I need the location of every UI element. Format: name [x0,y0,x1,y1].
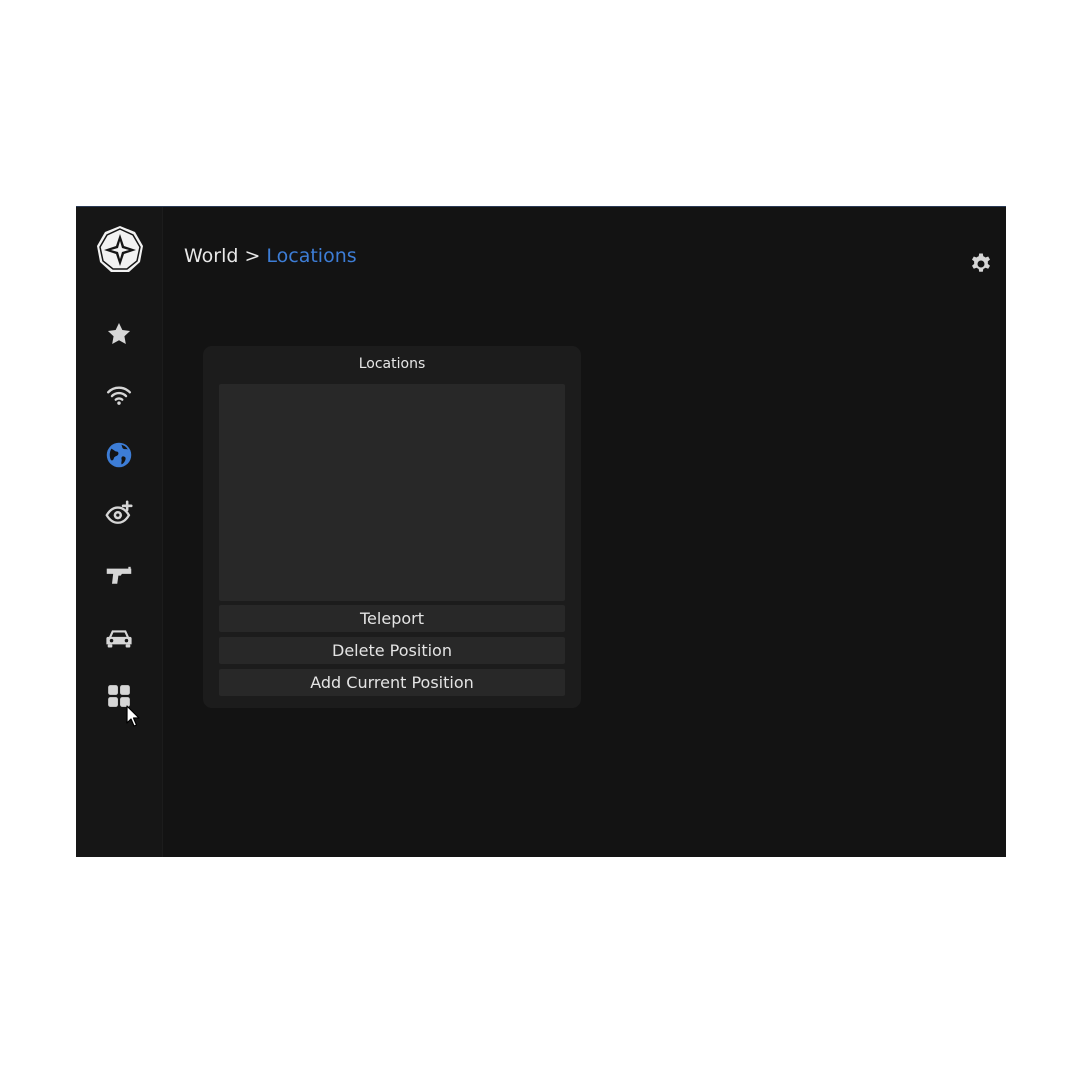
grid-icon [108,685,130,707]
sidebar-item-vehicles[interactable] [98,617,140,659]
sidebar [76,207,163,857]
sidebar-item-weapons[interactable] [98,554,140,596]
sidebar-item-favorites[interactable] [98,313,140,355]
sidebar-item-network[interactable] [98,374,140,416]
car-icon [106,630,132,648]
delete-position-button[interactable]: Delete Position [219,637,565,664]
breadcrumb-parent[interactable]: World [184,245,238,267]
locations-panel: Locations Teleport Delete Position Add C… [203,346,581,708]
breadcrumb-separator: > [244,245,261,267]
app-window: World > Locations Locations Teleport Delet… [76,206,1006,857]
sidebar-item-world[interactable] [98,434,140,476]
wifi-icon [106,386,132,405]
settings-button[interactable] [969,252,993,276]
gear-icon [972,253,990,272]
sidebar-item-visuals[interactable] [98,493,140,535]
main-content: World > Locations Locations Teleport Delet… [163,207,1006,857]
teleport-button[interactable]: Teleport [219,605,565,632]
add-current-position-button[interactable]: Add Current Position [219,669,565,696]
breadcrumb-current: Locations [266,245,357,267]
pistol-icon [106,566,132,584]
panel-title: Locations [358,356,426,372]
star-icon [107,322,131,344]
breadcrumb: World > Locations [184,245,357,267]
sidebar-item-misc[interactable] [98,675,140,717]
logo-icon[interactable] [95,225,145,275]
locations-list[interactable] [219,384,565,601]
globe-icon [106,442,132,468]
eye-plus-icon [105,500,133,524]
